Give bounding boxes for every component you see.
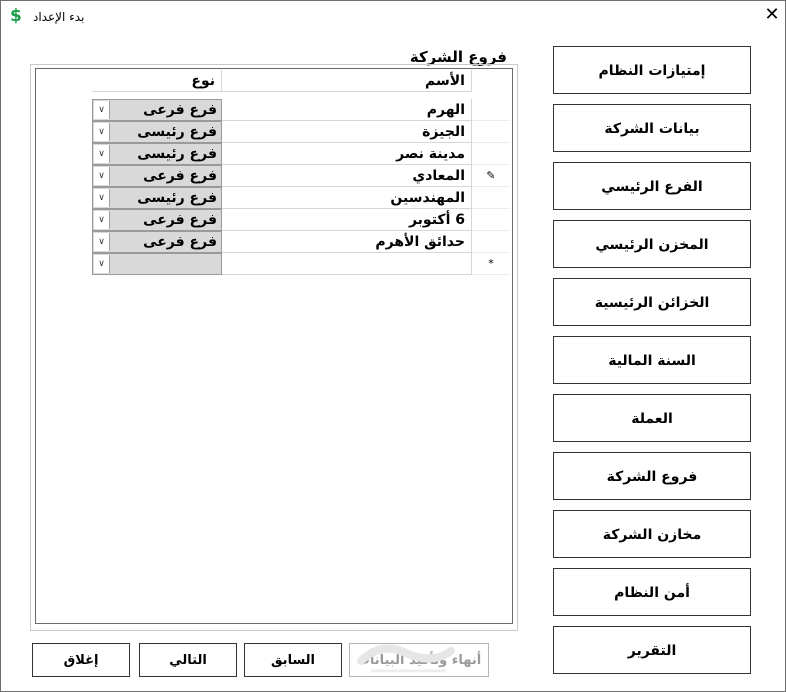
sidebar-button-fiscal-year[interactable]: السنة المالية <box>553 336 751 384</box>
branch-type-value: فرع فرعى <box>143 234 217 250</box>
table-row[interactable]: المهندسين ∨ فرع رئيسى <box>92 187 472 209</box>
row-header[interactable] <box>472 99 510 121</box>
branch-type-value: فرع فرعى <box>143 168 217 184</box>
chevron-down-icon[interactable]: ∨ <box>94 101 110 119</box>
window-title: بدء الإعداد <box>33 10 85 24</box>
chevron-down-icon[interactable]: ∨ <box>94 255 110 273</box>
branch-name-cell[interactable]: حدائق الأهرم <box>222 231 472 253</box>
row-header[interactable] <box>472 143 510 165</box>
row-header[interactable] <box>472 121 510 143</box>
branch-name-cell[interactable]: الجيزة <box>222 121 472 143</box>
branch-type-combo[interactable]: ∨ فرع فرعى <box>92 231 222 253</box>
sidebar-button-main-treasuries[interactable]: الخزائن الرئيسية <box>553 278 751 326</box>
new-branch-type-combo[interactable]: ∨ <box>92 253 222 275</box>
branch-name-cell[interactable]: الهرم <box>222 99 472 121</box>
branch-type-value: فرع فرعى <box>143 212 217 228</box>
close-button[interactable]: إغلاق <box>32 643 130 677</box>
sidebar-button-main-branch[interactable]: الفرع الرئيسي <box>553 162 751 210</box>
chevron-down-icon[interactable]: ∨ <box>94 145 110 163</box>
chevron-down-icon[interactable]: ∨ <box>94 211 110 229</box>
row-header[interactable] <box>472 231 510 253</box>
branch-type-combo[interactable]: ∨ فرع رئيسى <box>92 143 222 165</box>
branch-type-value: فرع فرعى <box>143 102 217 118</box>
chevron-down-icon[interactable]: ∨ <box>94 189 110 207</box>
branch-type-value: فرع رئيسى <box>137 124 217 140</box>
new-row-header[interactable]: * <box>472 253 510 275</box>
table-row[interactable]: مدينة نصر ∨ فرع رئيسى <box>92 143 472 165</box>
branch-type-combo[interactable]: ∨ فرع فرعى <box>92 165 222 187</box>
branches-grid[interactable]: الأسم نوع الهرم ∨ فرع فرعى الجيزة ∨ فرع رئيسى… <box>35 68 513 624</box>
sidebar-button-company-warehouses[interactable]: مخازن الشركة <box>553 510 751 558</box>
chevron-down-icon[interactable]: ∨ <box>94 167 110 185</box>
branch-type-value: فرع رئيسى <box>137 146 217 162</box>
title-bar: $ بدء الإعداد ✕ <box>1 1 785 33</box>
table-row[interactable]: حدائق الأهرم ∨ فرع فرعى <box>92 231 472 253</box>
table-row[interactable]: 6 أكتوبر ∨ فرع فرعى <box>92 209 472 231</box>
previous-button[interactable]: السابق <box>244 643 342 677</box>
new-branch-name-cell[interactable] <box>222 253 472 275</box>
row-header[interactable] <box>472 209 510 231</box>
new-table-row[interactable]: ∨ <box>92 253 472 275</box>
column-header-type[interactable]: نوع <box>92 70 222 92</box>
table-row[interactable]: الجيزة ∨ فرع رئيسى <box>92 121 472 143</box>
sidebar-button-main-warehouse[interactable]: المخزن الرئيسي <box>553 220 751 268</box>
close-icon[interactable]: ✕ <box>761 4 783 26</box>
branch-type-combo[interactable]: ∨ فرع فرعى <box>92 99 222 121</box>
sidebar-button-currency[interactable]: العملة <box>553 394 751 442</box>
branch-name-cell[interactable]: المهندسين <box>222 187 472 209</box>
sidebar-button-system-security[interactable]: أمن النظام <box>553 568 751 616</box>
sidebar-button-company-branches[interactable]: فروع الشركة <box>553 452 751 500</box>
sidebar-button-system-privileges[interactable]: إمتيازات النظام <box>553 46 751 94</box>
sidebar-button-company-data[interactable]: بيانات الشركة <box>553 104 751 152</box>
branch-type-combo[interactable]: ∨ فرع فرعى <box>92 209 222 231</box>
branch-type-combo[interactable]: ∨ فرع رئيسى <box>92 121 222 143</box>
dollar-icon: $ <box>10 6 22 26</box>
row-header[interactable] <box>472 187 510 209</box>
branch-name-cell[interactable]: مدينة نصر <box>222 143 472 165</box>
column-header-name[interactable]: الأسم <box>222 70 472 92</box>
table-row[interactable]: المعادي ∨ فرع فرعى <box>92 165 472 187</box>
sidebar-button-report[interactable]: التقرير <box>553 626 751 674</box>
chevron-down-icon[interactable]: ∨ <box>94 233 110 251</box>
branch-type-combo[interactable]: ∨ فرع رئيسى <box>92 187 222 209</box>
branch-type-value: فرع رئيسى <box>137 190 217 206</box>
finish-button[interactable]: أنهاء وتأكيد البيانات <box>349 643 489 677</box>
next-button[interactable]: التالي <box>139 643 237 677</box>
branch-name-cell[interactable]: 6 أكتوبر <box>222 209 472 231</box>
chevron-down-icon[interactable]: ∨ <box>94 123 110 141</box>
table-row[interactable]: الهرم ∨ فرع فرعى <box>92 99 472 121</box>
setup-window: $ بدء الإعداد ✕ فروع الشركة الأسم نوع ال… <box>0 0 786 692</box>
branch-name-cell[interactable]: المعادي <box>222 165 472 187</box>
row-header[interactable]: ✎ <box>472 165 510 187</box>
